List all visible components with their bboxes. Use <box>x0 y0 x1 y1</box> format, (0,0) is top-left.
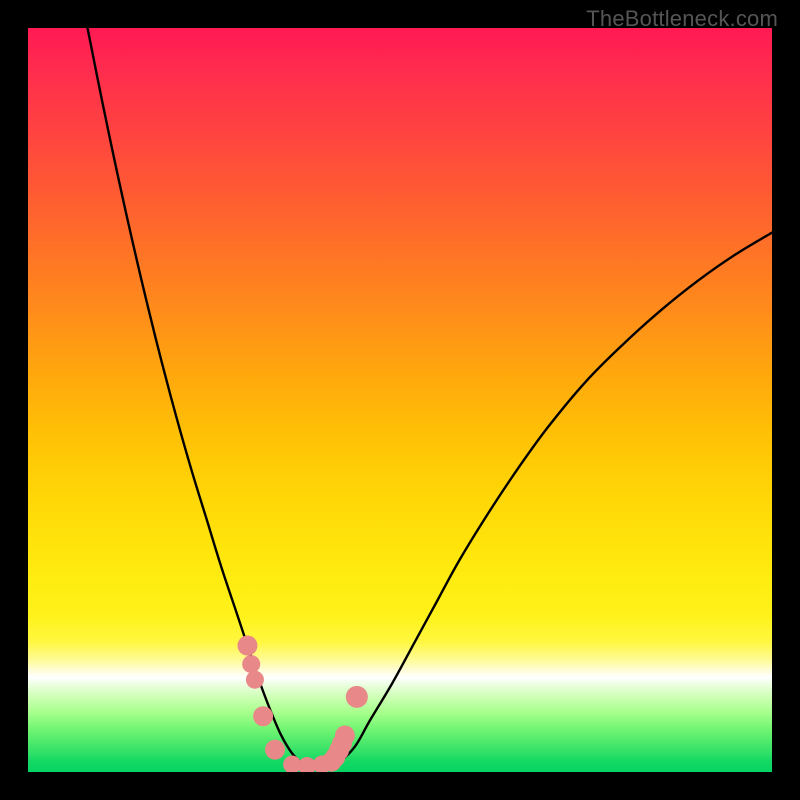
left-curve <box>88 28 304 765</box>
curve-overlay <box>28 28 772 772</box>
chart-frame: TheBottleneck.com <box>0 0 800 800</box>
highlight-marker <box>265 740 285 760</box>
highlight-marker <box>246 671 264 689</box>
highlight-marker <box>346 686 368 708</box>
plot-area <box>28 28 772 772</box>
highlight-marker <box>335 726 355 746</box>
attribution-label: TheBottleneck.com <box>586 6 778 32</box>
highlight-marker <box>237 636 257 656</box>
highlight-marker <box>242 655 260 673</box>
right-curve <box>329 233 772 765</box>
highlight-marker <box>253 706 273 726</box>
